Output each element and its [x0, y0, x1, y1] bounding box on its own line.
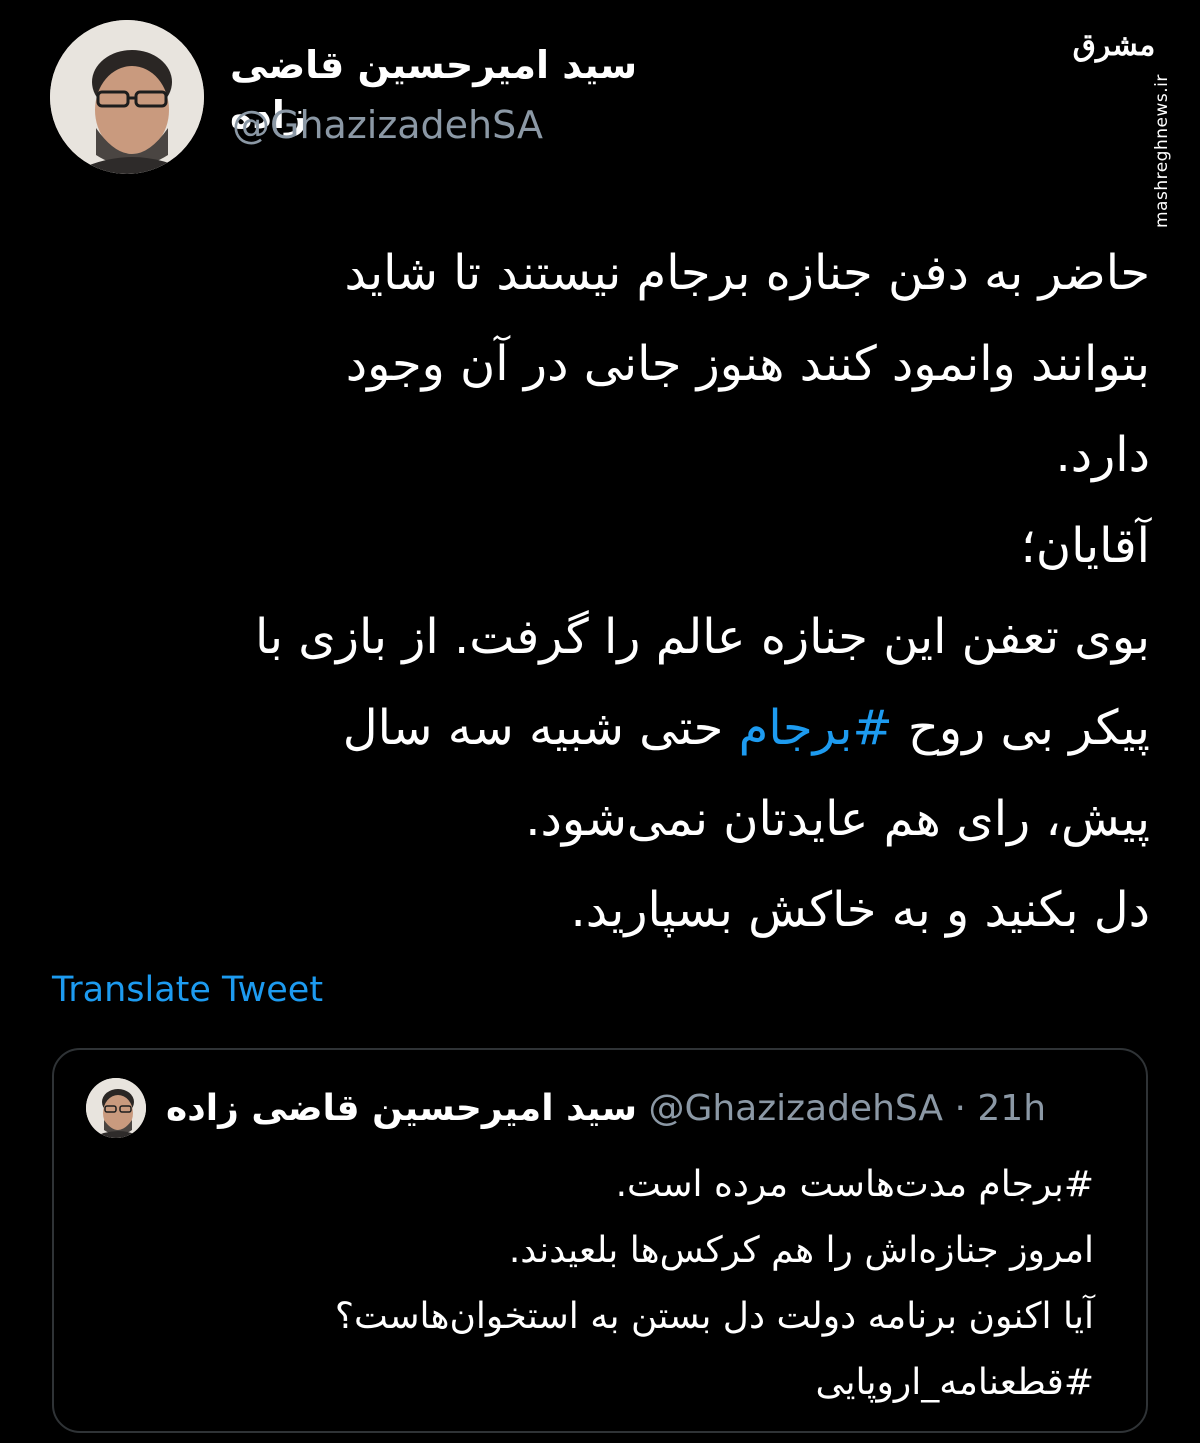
tweet-card: سید امیرحسین قاضی زاده @GhazizadehSA مشر…: [0, 0, 1200, 1443]
tweet-line-with-hashtag: پیکر بی روح #برجام حتی شبیه سه سال: [40, 683, 1150, 774]
hashtag-link[interactable]: #برجام: [739, 700, 893, 756]
tweet-line: دارد.: [1055, 427, 1150, 483]
tweet-line: آقایان؛: [1020, 518, 1150, 574]
tweet-text: حاضر به دفن جنازه برجام نیستند تا شاید ب…: [40, 228, 1150, 956]
quoted-author-handle: @GhazizadehSA: [648, 1088, 944, 1129]
tweet-text-fragment: پیکر بی روح: [892, 700, 1150, 756]
watermark: مشرق mashreghnews.ir: [1072, 18, 1192, 228]
quoted-author-name: سید امیرحسین قاضی زاده: [166, 1088, 637, 1129]
author-handle[interactable]: @GhazizadehSA: [232, 100, 543, 150]
quoted-tweet-line: #قطعنامه_اروپایی: [815, 1362, 1094, 1403]
quoted-tweet-line: آیا اکنون برنامه دولت دل بستن به استخوان…: [334, 1296, 1094, 1337]
tweet-line: دل بکنید و به خاکش بسپارید.: [570, 882, 1150, 938]
quoted-tweet-time: 21h: [977, 1088, 1047, 1129]
quoted-tweet[interactable]: سید امیرحسین قاضی زاده @GhazizadehSA · 2…: [52, 1048, 1148, 1433]
translate-tweet-link[interactable]: Translate Tweet: [52, 965, 323, 1015]
quoted-author-avatar: [86, 1078, 146, 1138]
watermark-logo: مشرق: [1072, 28, 1156, 63]
tweet-line: حاضر به دفن جنازه برجام نیستند تا شاید: [344, 245, 1150, 301]
tweet-line: بوی تعفن این جنازه عالم را گرفت. از بازی…: [255, 609, 1150, 665]
tweet-text-fragment: حتی شبیه سه سال: [342, 700, 739, 756]
meta-separator: ·: [954, 1088, 966, 1129]
quoted-tweet-header: سید امیرحسین قاضی زاده @GhazizadehSA · 2…: [166, 1084, 1126, 1134]
quoted-tweet-line: امروز جنازه‌اش را هم کرکس‌ها بلعیدند.: [508, 1230, 1094, 1271]
tweet-line: پیش، رای هم عایدتان نمی‌شود.: [525, 791, 1150, 847]
watermark-url: mashreghnews.ir: [1152, 74, 1172, 228]
avatar-photo-icon: [50, 20, 204, 174]
quoted-tweet-line: #برجام مدت‌هاست مرده است.: [615, 1164, 1094, 1205]
tweet-line: بتوانند وانمود کنند هنوز جانی در آن وجود: [345, 336, 1150, 392]
quoted-tweet-text: #برجام مدت‌هاست مرده است. امروز جنازه‌اش…: [94, 1152, 1094, 1416]
avatar-photo-icon: [86, 1078, 146, 1138]
author-avatar[interactable]: [50, 20, 204, 174]
